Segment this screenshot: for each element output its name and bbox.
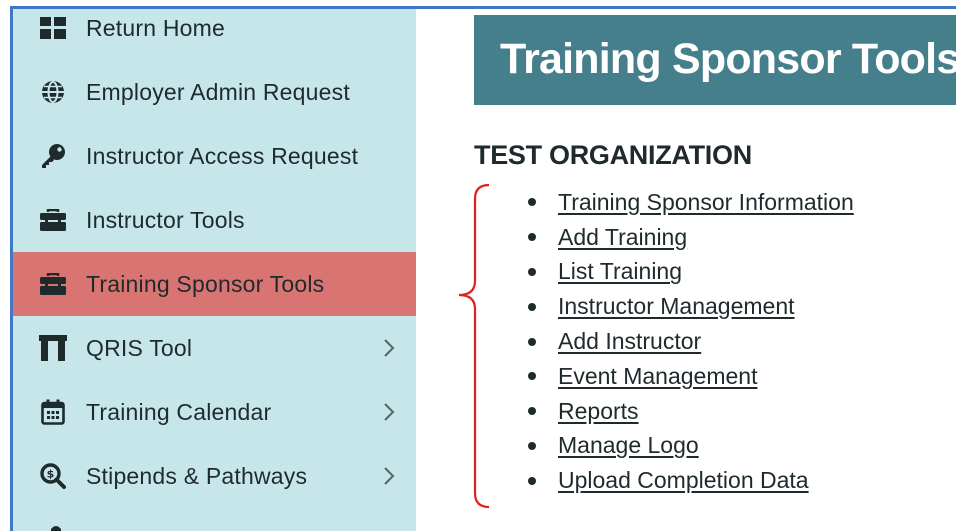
key-icon: [39, 142, 67, 170]
list-item: List Training: [522, 255, 854, 290]
screenshot-frame: Return Home Employer Admin Request Instr…: [10, 6, 956, 531]
grid-icon: [39, 14, 67, 42]
link-training-sponsor-information[interactable]: Training Sponsor Information: [558, 189, 854, 216]
calendar-icon: [39, 398, 67, 426]
link-event-management[interactable]: Event Management: [558, 363, 757, 390]
page-title: Training Sponsor Tools: [500, 35, 956, 83]
sidebar-item-label: Instructor Tools: [86, 206, 245, 233]
toolbox-icon: [39, 206, 67, 234]
page-banner: Training Sponsor Tools: [474, 15, 956, 105]
list-item: Reports: [522, 394, 854, 429]
bullet: [528, 441, 536, 450]
list-item: Instructor Management: [522, 289, 854, 324]
sidebar-item-label: Stipends & Pathways: [86, 462, 308, 489]
sidebar-item-label: Employer Admin Request: [86, 78, 350, 105]
list-item: Upload Completion Data: [522, 463, 854, 498]
bullet: [528, 267, 536, 276]
sidebar-item-return-home[interactable]: Return Home: [13, 9, 416, 60]
globe-icon: [39, 78, 67, 106]
sidebar-item-label: Instructor Access Request: [86, 142, 359, 169]
bullet: [528, 198, 536, 207]
search-dollar-icon: $: [39, 462, 67, 490]
bullet: [528, 407, 536, 416]
bullet: [528, 233, 536, 242]
arch-icon: [39, 334, 67, 362]
tools-link-list: Training Sponsor Information Add Trainin…: [522, 185, 854, 498]
sidebar-item-qris-tool[interactable]: QRIS Tool: [13, 316, 416, 380]
partial-icon: [49, 521, 63, 531]
sidebar-nav: Return Home Employer Admin Request Instr…: [13, 9, 416, 531]
link-manage-logo[interactable]: Manage Logo: [558, 432, 699, 459]
list-item: Event Management: [522, 359, 854, 394]
sidebar-item-training-sponsor-tools[interactable]: Training Sponsor Tools: [13, 252, 416, 316]
list-item: Add Training: [522, 220, 854, 255]
bullet: [528, 476, 536, 485]
chevron-right-icon[interactable]: [381, 464, 397, 488]
sidebar-item-label: Training Calendar: [86, 398, 272, 425]
organization-name: TEST ORGANIZATION: [474, 140, 752, 170]
sidebar-item-label: Return Home: [86, 14, 225, 41]
bullet: [528, 337, 536, 346]
link-list-training[interactable]: List Training: [558, 258, 682, 285]
bullet: [528, 372, 536, 381]
link-add-training[interactable]: Add Training: [558, 224, 687, 251]
main-content: Training Sponsor Tools TEST ORGANIZATION…: [416, 9, 956, 531]
sidebar-item-label: QRIS Tool: [86, 334, 193, 361]
list-item: Manage Logo: [522, 429, 854, 464]
link-add-instructor[interactable]: Add Instructor: [558, 328, 701, 355]
link-reports[interactable]: Reports: [558, 398, 639, 425]
sidebar-item-instructor-access-request[interactable]: Instructor Access Request: [13, 124, 416, 188]
bullet: [528, 302, 536, 311]
sidebar-item-training-calendar[interactable]: Training Calendar: [13, 380, 416, 444]
list-item: Add Instructor: [522, 324, 854, 359]
curly-brace-annotation: [458, 183, 490, 509]
toolbox-icon: [39, 270, 67, 298]
sidebar-item-instructor-tools[interactable]: Instructor Tools: [13, 188, 416, 252]
chevron-right-icon[interactable]: [381, 336, 397, 360]
list-item: Training Sponsor Information: [522, 185, 854, 220]
link-upload-completion-data[interactable]: Upload Completion Data: [558, 467, 809, 494]
sidebar-item-employer-admin-request[interactable]: Employer Admin Request: [13, 60, 416, 124]
link-instructor-management[interactable]: Instructor Management: [558, 293, 795, 320]
svg-text:$: $: [47, 468, 55, 481]
chevron-right-icon[interactable]: [381, 400, 397, 424]
sidebar-item-stipends-pathways[interactable]: $ Stipends & Pathways: [13, 444, 416, 508]
sidebar-item-label: Training Sponsor Tools: [86, 270, 325, 297]
